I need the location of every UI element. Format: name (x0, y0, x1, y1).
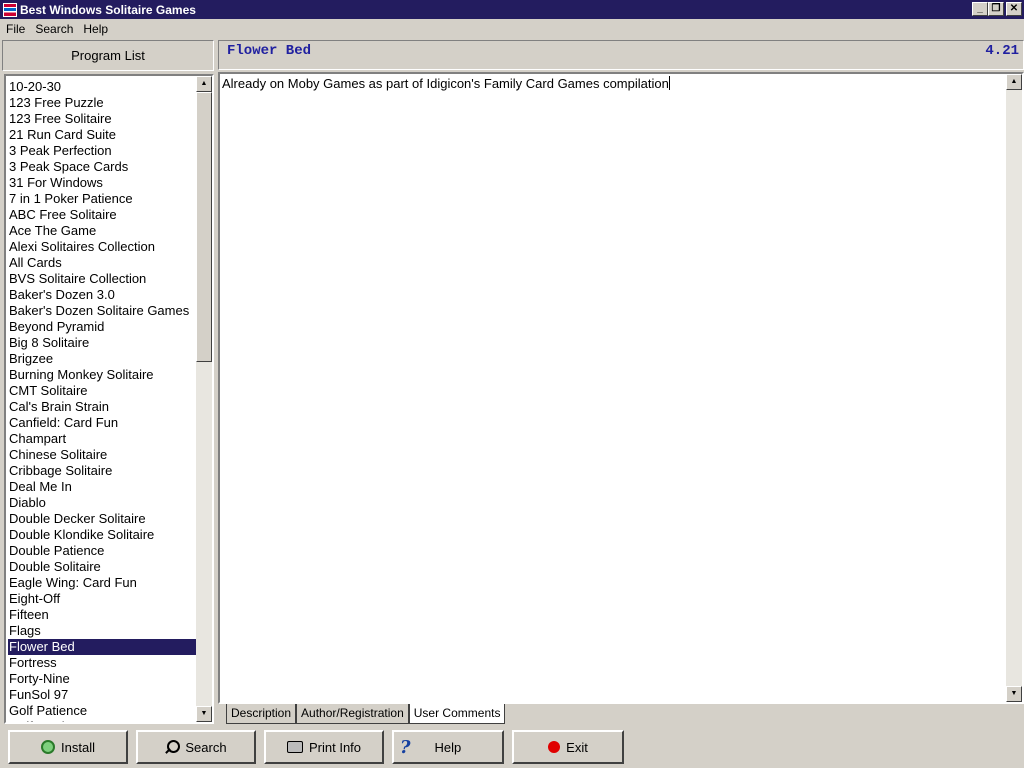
list-item[interactable]: Fifteen (8, 607, 196, 623)
window-title: Best Windows Solitaire Games (20, 2, 196, 17)
minimize-button[interactable]: _ (972, 2, 988, 16)
printer-icon (286, 741, 303, 753)
button-bar: Install Search Print Info ? Help Exit (0, 728, 1024, 768)
list-item[interactable]: Double Klondike Solitaire (8, 527, 196, 543)
list-item[interactable]: 10-20-30 (8, 79, 196, 95)
list-item[interactable]: Ace The Game (8, 223, 196, 239)
list-item[interactable]: Burning Monkey Solitaire (8, 367, 196, 383)
list-item[interactable]: CMT Solitaire (8, 383, 196, 399)
list-item[interactable]: Flags (8, 623, 196, 639)
list-item[interactable]: BVS Solitaire Collection (8, 271, 196, 287)
list-scrollbar[interactable]: ▲ ▼ (196, 76, 212, 722)
list-item[interactable]: Golf Patience (8, 703, 196, 719)
print-info-button[interactable]: Print Info (264, 730, 384, 764)
help-label: Help (434, 739, 462, 755)
list-item[interactable]: Double Patience (8, 543, 196, 559)
program-header: Flower Bed 4.21 (218, 40, 1024, 70)
list-item[interactable]: Diablo (8, 495, 196, 511)
menu-file[interactable]: File (2, 22, 31, 36)
scroll-down-button[interactable]: ▼ (196, 706, 212, 722)
tab-user-comments[interactable]: User Comments (408, 704, 506, 724)
program-listbox[interactable]: 10-20-30 123 Free Puzzle 123 Free Solitair… (4, 74, 214, 724)
exit-button[interactable]: Exit (512, 730, 624, 764)
scroll-thumb[interactable] (196, 92, 212, 362)
program-list-header: Program List (2, 40, 214, 71)
maximize-button[interactable]: ❐ (988, 2, 1004, 16)
program-list-items: 10-20-30 123 Free Puzzle 123 Free Solitair… (8, 79, 196, 722)
list-item[interactable]: Eight-Off (8, 591, 196, 607)
description-text: Already on Moby Games as part of Idigico… (222, 76, 669, 91)
text-scroll-down-button[interactable]: ▼ (1006, 686, 1022, 702)
exit-label: Exit (566, 739, 588, 755)
list-item[interactable]: Eagle Wing: Card Fun (8, 575, 196, 591)
list-item[interactable]: Beyond Pyramid (8, 319, 196, 335)
list-item[interactable]: 3 Peak Space Cards (8, 159, 196, 175)
list-item[interactable]: Big 8 Solitaire (8, 335, 196, 351)
list-item[interactable]: All Cards (8, 255, 196, 271)
question-mark-icon: ? (400, 736, 411, 758)
list-item[interactable]: Forty-Nine (8, 671, 196, 687)
search-button[interactable]: Search (136, 730, 256, 764)
close-button[interactable]: ✕ (1006, 2, 1022, 16)
text-caret (668, 76, 670, 90)
help-button[interactable]: ? Help (392, 730, 504, 764)
list-item[interactable]: 123 Free Solitaire (8, 111, 196, 127)
install-icon (41, 740, 56, 754)
scroll-up-button[interactable]: ▲ (196, 76, 212, 92)
menu-search[interactable]: Search (31, 22, 79, 36)
menu-help[interactable]: Help (79, 22, 114, 36)
tab-author-registration[interactable]: Author/Registration (296, 704, 409, 724)
description-textarea[interactable]: Already on Moby Games as part of Idigico… (218, 72, 1024, 704)
description-text-wrap: Already on Moby Games as part of Idigico… (222, 76, 670, 91)
textarea-scrollbar[interactable]: ▲ ▼ (1006, 74, 1022, 702)
tab-description[interactable]: Description (226, 704, 297, 724)
list-item[interactable]: ABC Free Solitaire (8, 207, 196, 223)
search-icon (165, 740, 181, 754)
list-item[interactable]: Golf Card Fun (8, 719, 196, 722)
install-button[interactable]: Install (8, 730, 128, 764)
list-item[interactable]: 21 Run Card Suite (8, 127, 196, 143)
list-item[interactable]: 7 in 1 Poker Patience (8, 191, 196, 207)
list-item[interactable]: Baker's Dozen Solitaire Games (8, 303, 196, 319)
list-item[interactable]: Brigzee (8, 351, 196, 367)
list-item[interactable]: 3 Peak Perfection (8, 143, 196, 159)
list-item[interactable]: FunSol 97 (8, 687, 196, 703)
search-label: Search (185, 739, 227, 755)
list-item[interactable]: 123 Free Puzzle (8, 95, 196, 111)
text-scroll-up-button[interactable]: ▲ (1006, 74, 1022, 90)
app-icon[interactable] (3, 2, 17, 17)
list-item[interactable]: Cal's Brain Strain (8, 399, 196, 415)
list-item[interactable]: Double Solitaire (8, 559, 196, 575)
title-bar: Best Windows Solitaire Games _ ❐ ✕ (0, 0, 1024, 19)
program-rating: 4.21 (985, 43, 1019, 59)
list-item[interactable]: Canfield: Card Fun (8, 415, 196, 431)
list-item[interactable]: Double Decker Solitaire (8, 511, 196, 527)
exit-icon (548, 741, 561, 753)
list-item[interactable]: 31 For Windows (8, 175, 196, 191)
list-item[interactable]: Flower Bed (8, 639, 196, 655)
list-item[interactable]: Chinese Solitaire (8, 447, 196, 463)
print-info-label: Print Info (308, 739, 362, 755)
list-item[interactable]: Deal Me In (8, 479, 196, 495)
detail-tabs: Description Author/Registration User Com… (226, 704, 506, 724)
list-item[interactable]: Baker's Dozen 3.0 (8, 287, 196, 303)
list-item[interactable]: Cribbage Solitaire (8, 463, 196, 479)
list-item[interactable]: Fortress (8, 655, 196, 671)
install-label: Install (61, 739, 95, 755)
window-controls: _ ❐ ✕ (972, 2, 1022, 16)
program-title: Flower Bed (227, 43, 312, 59)
list-item[interactable]: Alexi Solitaires Collection (8, 239, 196, 255)
list-item[interactable]: Champart (8, 431, 196, 447)
menu-bar: File Search Help (0, 19, 1024, 38)
